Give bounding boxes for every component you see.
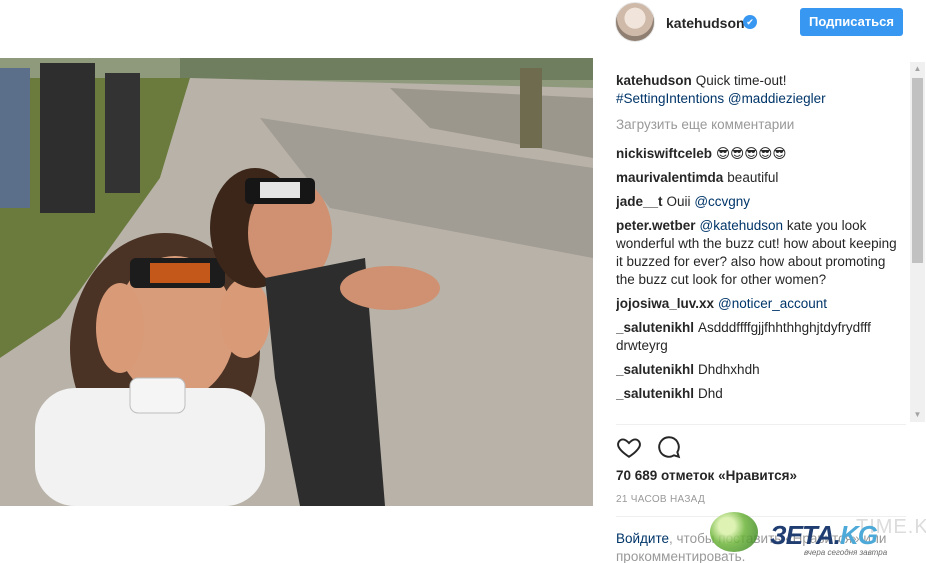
scroll-down-arrow-icon[interactable]: ▼ [910,408,925,422]
comment-mention[interactable]: @noticer_account [718,296,827,311]
load-more-comments-link[interactable]: Загрузить еще комментарии [616,116,906,134]
comment-mention[interactable]: @katehudson [700,218,784,233]
comment-item: _salutenikhl Dhd [616,385,906,403]
watermark-brand-main: ЗЕТА. [770,520,841,550]
post-header: katehudson ✔ Подписаться [600,0,926,48]
post-sidebar: katehudson ✔ Подписаться katehudson Quick… [600,0,926,563]
heart-icon[interactable] [616,434,642,460]
avatar[interactable] [615,2,655,42]
verified-badge-icon: ✔ [743,15,757,29]
comment-text: beautiful [727,170,779,185]
comment-text: Ouii [666,194,691,209]
comment-username[interactable]: _salutenikhl [616,320,694,335]
comment-text: 😎😎😎😎😎 [716,146,787,161]
globe-logo-icon [710,512,758,552]
watermark-brand-suffix: KG [839,520,878,550]
comment-username[interactable]: jade__t [616,194,663,209]
post-author-username[interactable]: katehudson [666,15,745,31]
comment-text: Dhd [698,386,723,401]
scrollbar-thumb[interactable] [912,78,923,263]
likes-count[interactable]: 70 689 отметок «Нравится» [616,468,797,483]
comment-text: Dhdhxhdh [698,362,760,377]
comment-username[interactable]: maurivalentimda [616,170,723,185]
comment-item: jade__t Ouii @ccvgny [616,193,906,211]
comment-item: _salutenikhl Asdddffffgjjfhhthhghjtdyfryd… [616,319,906,355]
watermark-slogan: вчера сегодня завтра [804,548,888,557]
login-link[interactable]: Войдите [616,531,669,546]
comment-username[interactable]: jojosiwa_luv.xx [616,296,714,311]
comment-username[interactable]: nickiswiftceleb [616,146,712,161]
caption-text: Quick time-out! [695,73,787,88]
comment-username[interactable]: peter.wetber [616,218,696,233]
caption: katehudson Quick time-out! #SettingIntent… [616,72,906,108]
scroll-up-arrow-icon[interactable]: ▲ [910,62,925,76]
caption-hashtag[interactable]: #SettingIntentions [616,91,724,106]
comments-list[interactable]: katehudson Quick time-out! #SettingIntent… [616,72,906,422]
follow-button[interactable]: Подписаться [800,8,903,36]
caption-username[interactable]: katehudson [616,73,692,88]
speech-bubble-icon[interactable] [656,434,682,460]
comment-item: jojosiwa_luv.xx @noticer_account [616,295,906,313]
watermark-brand: ЗЕТА.KG [770,520,878,551]
watermark-logo: TIME.KG ЗЕТА.KG вчера сегодня завтра [706,508,926,563]
comment-item: _salutenikhl Dhdhxhdh [616,361,906,379]
divider [616,424,906,425]
comment-mention[interactable]: @ccvgny [694,194,750,209]
comment-username[interactable]: _salutenikhl [616,362,694,377]
comment-item: maurivalentimda beautiful [616,169,906,187]
comments-scrollbar[interactable]: ▲ ▼ [910,62,925,422]
comment-item: nickiswiftceleb 😎😎😎😎😎 [616,145,906,163]
comment-username[interactable]: _salutenikhl [616,386,694,401]
comment-item: peter.wetber @katehudson kate you look wo… [616,217,906,289]
post-timestamp: 21 ЧАСОВ НАЗАД [616,494,706,505]
post-photo [0,58,593,506]
caption-mention[interactable]: @maddieziegler [728,91,826,106]
